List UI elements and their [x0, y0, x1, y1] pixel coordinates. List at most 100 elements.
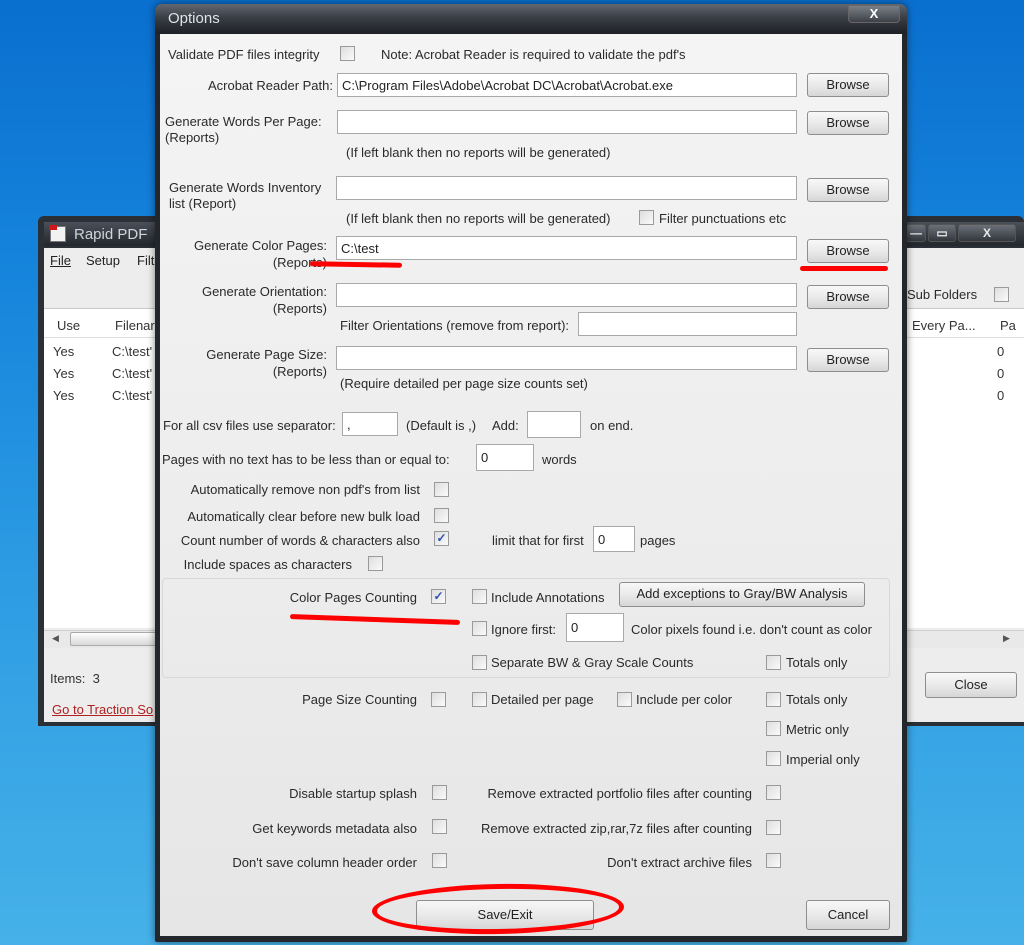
csv-end-label: on end. [590, 418, 634, 433]
header-divider [904, 337, 1024, 338]
words-per-page-label: Generate Words Per Page: [165, 114, 322, 129]
no-extract-checkbox[interactable] [766, 853, 781, 868]
metric-only-label: Metric only [786, 722, 849, 737]
minimize-button[interactable]: — [906, 224, 926, 242]
acrobat-note: Note: Acrobat Reader is required to vali… [381, 47, 686, 62]
include-spaces-checkbox[interactable] [368, 556, 383, 571]
remove-zip-checkbox[interactable] [766, 820, 781, 835]
no-text-input[interactable] [476, 444, 534, 471]
words-per-page-hint: (If left blank then no reports will be g… [346, 145, 611, 160]
include-spaces-label: Include spaces as characters [183, 557, 352, 572]
auto-remove-checkbox[interactable] [434, 482, 449, 497]
limit-first-label: limit that for first [492, 533, 584, 548]
ignore-first-checkbox[interactable] [472, 621, 487, 636]
no-text-label: Pages with no text has to be less than o… [162, 452, 450, 467]
words-per-page-input[interactable] [337, 110, 797, 134]
disable-splash-checkbox[interactable] [432, 785, 447, 800]
page-size-browse-button[interactable]: Browse [807, 348, 889, 372]
filter-punctuations-checkbox[interactable] [639, 210, 654, 225]
color-counting-label: Color Pages Counting [289, 590, 417, 605]
row-use: Yes [53, 366, 75, 381]
row-filename: C:\test' [112, 344, 153, 359]
auto-remove-label: Automatically remove non pdf's from list [190, 482, 420, 497]
minimize-icon: — [910, 226, 922, 240]
column-header-filename[interactable]: Filenar [115, 318, 159, 333]
orientation-browse-button[interactable]: Browse [807, 285, 889, 309]
filter-orientations-label: Filter Orientations (remove from report)… [340, 318, 570, 333]
scrollbar-thumb[interactable] [70, 632, 160, 646]
limit-first-unit: pages [640, 533, 676, 548]
header-order-label: Don't save column header order [232, 855, 417, 870]
options-close-button[interactable]: X [848, 5, 900, 23]
include-per-color-checkbox[interactable] [617, 692, 632, 707]
color-pages-label: Generate Color Pages: [194, 238, 327, 253]
metric-only-checkbox[interactable] [766, 721, 781, 736]
row-use: Yes [53, 344, 75, 359]
words-per-page-browse-button[interactable]: Browse [807, 111, 889, 135]
sub-folders-label: Sub Folders [907, 287, 978, 302]
scroll-left-arrow-icon[interactable]: ◀ [52, 633, 59, 644]
detailed-per-page-label: Detailed per page [491, 692, 594, 707]
close-icon: X [869, 6, 879, 21]
words-inventory-input[interactable] [336, 176, 797, 200]
options-titlebar [155, 4, 907, 34]
menu-setup[interactable]: Setup [86, 253, 120, 268]
options-title: Options [168, 10, 220, 27]
size-totals-only-checkbox[interactable] [766, 692, 781, 707]
imperial-only-checkbox[interactable] [766, 751, 781, 766]
csv-add-input[interactable] [527, 411, 581, 438]
maximize-icon: ▭ [936, 226, 948, 240]
close-icon: X [982, 226, 991, 240]
row-pages: 0 [997, 388, 1005, 403]
sub-folders-checkbox[interactable] [994, 287, 1009, 302]
filter-orientations-input[interactable] [578, 312, 797, 336]
color-counting-checkbox[interactable]: ✓ [431, 589, 446, 604]
include-annotations-checkbox[interactable] [472, 589, 487, 604]
row-filename: C:\test' [112, 366, 153, 381]
disable-splash-label: Disable startup splash [289, 786, 417, 801]
cancel-button[interactable]: Cancel [806, 900, 890, 930]
remove-portfolio-label: Remove extracted portfolio files after c… [487, 786, 752, 801]
menu-filter[interactable]: Filt [137, 253, 157, 268]
column-header-pages[interactable]: Pa [1000, 318, 1016, 333]
column-header-every-page[interactable]: Every Pa... [912, 318, 976, 333]
remove-portfolio-checkbox[interactable] [766, 785, 781, 800]
scroll-right-arrow-icon[interactable]: ▶ [1003, 633, 1010, 644]
acrobat-path-label: Acrobat Reader Path: [207, 78, 333, 93]
file-list-right[interactable] [904, 308, 1024, 628]
count-words-checkbox[interactable]: ✓ [434, 531, 449, 546]
words-inventory-browse-button[interactable]: Browse [807, 178, 889, 202]
maximize-button[interactable]: ▭ [928, 224, 956, 242]
no-text-unit: words [542, 452, 577, 467]
color-pages-browse-button[interactable]: Browse [807, 239, 889, 263]
no-extract-label: Don't extract archive files [607, 855, 752, 870]
menu-file[interactable]: File [50, 253, 71, 268]
add-exceptions-button[interactable]: Add exceptions to Gray/BW Analysis [619, 582, 865, 607]
orientation-input[interactable] [336, 283, 797, 307]
acrobat-path-input[interactable] [337, 73, 797, 97]
ignore-first-label: Ignore first: [491, 622, 557, 637]
separate-bw-checkbox[interactable] [472, 655, 487, 670]
header-order-checkbox[interactable] [432, 853, 447, 868]
auto-clear-checkbox[interactable] [434, 508, 449, 523]
color-pages-input[interactable] [336, 236, 797, 260]
page-size-input[interactable] [336, 346, 797, 370]
color-totals-only-checkbox[interactable] [766, 655, 781, 670]
csv-separator-label: For all csv files use separator: [163, 418, 336, 433]
csv-separator-input[interactable] [342, 412, 398, 436]
include-per-color-label: Include per color [636, 692, 733, 707]
traction-link[interactable]: Go to Traction So [52, 702, 160, 717]
acrobat-browse-button[interactable]: Browse [807, 73, 889, 97]
ignore-first-input[interactable] [566, 613, 624, 642]
background-close-app-button[interactable]: Close [925, 672, 1017, 698]
background-close-button[interactable]: X [958, 224, 1016, 242]
page-size-counting-checkbox[interactable] [431, 692, 446, 707]
filter-punctuations-label: Filter punctuations etc [659, 211, 787, 226]
column-header-use[interactable]: Use [57, 318, 80, 333]
orientation-sublabel: (Reports) [272, 301, 327, 316]
limit-first-input[interactable] [593, 526, 635, 552]
keywords-checkbox[interactable] [432, 819, 447, 834]
app-icon [49, 225, 66, 242]
validate-pdf-checkbox[interactable] [340, 46, 355, 61]
detailed-per-page-checkbox[interactable] [472, 692, 487, 707]
